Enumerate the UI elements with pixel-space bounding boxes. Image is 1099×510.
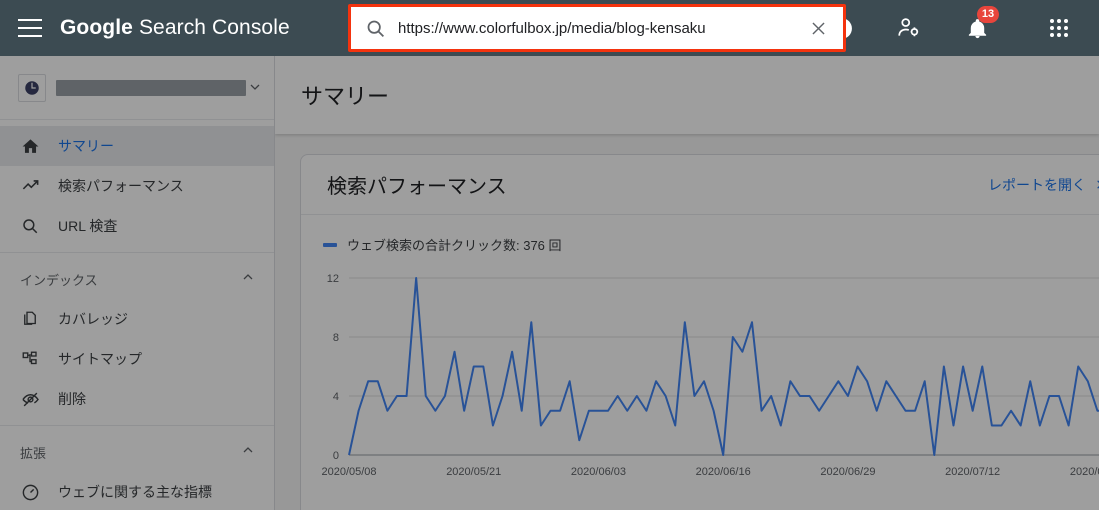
sidebar-item-url-inspection[interactable]: URL 検査 — [0, 206, 274, 246]
close-icon[interactable] — [807, 17, 829, 39]
chevron-down-icon[interactable] — [250, 79, 260, 97]
sidebar-item-label: 検索パフォーマンス — [58, 178, 184, 194]
card-title: 検索パフォーマンス — [327, 176, 507, 198]
sidebar-primary-group: サマリー 検索パフォーマンス URL 検査 — [0, 120, 274, 253]
property-selector[interactable] — [0, 56, 274, 120]
sidebar-item-removals[interactable]: 削除 — [0, 379, 274, 419]
search-performance-card: 検索パフォーマンス レポートを開く ウェブ検索の合計クリック数: 376 回 0… — [300, 154, 1099, 510]
chart-x-tick-label: 2020/07/12 — [945, 466, 1000, 478]
pages-copy-icon — [20, 309, 40, 329]
page-body: サマリー 検索パフォーマンス URL 検査 インデックス カバレッジ サイトマッ… — [0, 56, 1099, 510]
card-header: 検索パフォーマンス レポートを開く — [301, 155, 1099, 215]
main-content: サマリー 検索パフォーマンス レポートを開く ウェブ検索の合計クリック数: 37… — [275, 56, 1099, 510]
url-inspection-search-box[interactable] — [348, 4, 846, 52]
notification-bell-icon[interactable]: 13 — [953, 4, 1001, 52]
chart-y-tick-label: 0 — [333, 450, 339, 462]
sidebar-item-coverage[interactable]: カバレッジ — [0, 299, 274, 339]
notification-badge: 13 — [977, 6, 999, 23]
open-report-label: レポートを開く — [988, 176, 1086, 193]
search-icon — [365, 18, 386, 39]
speedometer-icon — [20, 482, 40, 502]
chevron-up-icon[interactable] — [242, 270, 254, 288]
header-icon-group: ? 13 — [817, 0, 1099, 56]
sidebar-section-label: 拡張 — [20, 445, 47, 461]
sidebar-item-label: サイトマップ — [58, 351, 142, 367]
sidebar-item-label: カバレッジ — [58, 311, 128, 327]
chevron-up-icon[interactable] — [242, 443, 254, 461]
account-settings-icon[interactable] — [885, 4, 933, 52]
search-icon — [20, 216, 40, 236]
sidebar-enhancement-group: 拡張 ウェブに関する主な指標 — [0, 426, 274, 510]
open-report-link[interactable]: レポートを開く — [988, 175, 1099, 195]
chart-y-tick-label: 8 — [333, 332, 339, 344]
app-brand: Google Search Console — [60, 16, 290, 40]
legend-color-swatch — [323, 242, 337, 247]
search-input[interactable] — [398, 19, 807, 37]
sidebar-item-label: URL 検査 — [58, 218, 118, 234]
sidebar-item-label: サマリー — [58, 138, 114, 154]
app-root: サマリー 検索パフォーマンス URL 検査 インデックス カバレッジ サイトマッ… — [0, 0, 1099, 510]
chart-svg: 0 4 8 12 2020/05/08 2020/05/21 2020/06/03 2020/… — [321, 273, 1099, 478]
brand-product: Search Console — [138, 16, 290, 39]
chart-x-tick-label: 2020/05/21 — [446, 466, 501, 478]
sidebar-section-label: インデックス — [20, 272, 98, 288]
brand-google: Google — [60, 16, 133, 39]
sidebar-item-core-web-vitals[interactable]: ウェブに関する主な指標 — [0, 472, 274, 510]
chart-x-tick-label: 2020/06/29 — [820, 466, 875, 478]
sitemap-icon — [20, 349, 40, 369]
sidebar: サマリー 検索パフォーマンス URL 検査 インデックス カバレッジ サイトマッ… — [0, 56, 275, 510]
main-header: サマリー — [275, 56, 1099, 134]
property-globe-icon — [18, 73, 46, 102]
property-name-redacted — [56, 79, 246, 96]
chart-x-tick-label: 2020/07/25 — [1070, 466, 1099, 478]
sidebar-section-enhancements[interactable]: 拡張 — [0, 432, 274, 472]
chevron-right-icon — [1094, 177, 1099, 193]
chart-y-tick-label: 4 — [333, 391, 339, 403]
clicks-line-chart[interactable]: 0 4 8 12 2020/05/08 2020/05/21 2020/06/03 2020/… — [301, 266, 1099, 491]
home-icon — [20, 136, 40, 156]
chart-x-tick-label: 2020/06/16 — [696, 466, 751, 478]
eye-off-icon — [20, 389, 40, 409]
chart-y-tick-label: 12 — [327, 273, 339, 285]
page-title: サマリー — [301, 84, 390, 109]
trending-up-icon — [20, 176, 40, 196]
apps-grid-icon[interactable] — [1035, 4, 1083, 52]
sidebar-section-index[interactable]: インデックス — [0, 259, 274, 299]
hamburger-menu-icon[interactable] — [18, 19, 42, 37]
sidebar-index-group: インデックス カバレッジ サイトマップ 削除 — [0, 253, 274, 426]
sidebar-item-label: ウェブに関する主な指標 — [58, 484, 212, 500]
sidebar-item-summary[interactable]: サマリー — [0, 126, 274, 166]
chart-series-line — [348, 277, 1099, 456]
chart-legend: ウェブ検索の合計クリック数: 376 回 — [301, 215, 1099, 254]
sidebar-item-search-performance[interactable]: 検索パフォーマンス — [0, 166, 274, 206]
chart-x-tick-label: 2020/05/08 — [321, 466, 376, 478]
chart-x-tick-label: 2020/06/03 — [571, 466, 626, 478]
sidebar-item-sitemaps[interactable]: サイトマップ — [0, 339, 274, 379]
legend-label: ウェブ検索の合計クリック数: 376 回 — [347, 238, 562, 253]
sidebar-item-label: 削除 — [58, 391, 86, 407]
